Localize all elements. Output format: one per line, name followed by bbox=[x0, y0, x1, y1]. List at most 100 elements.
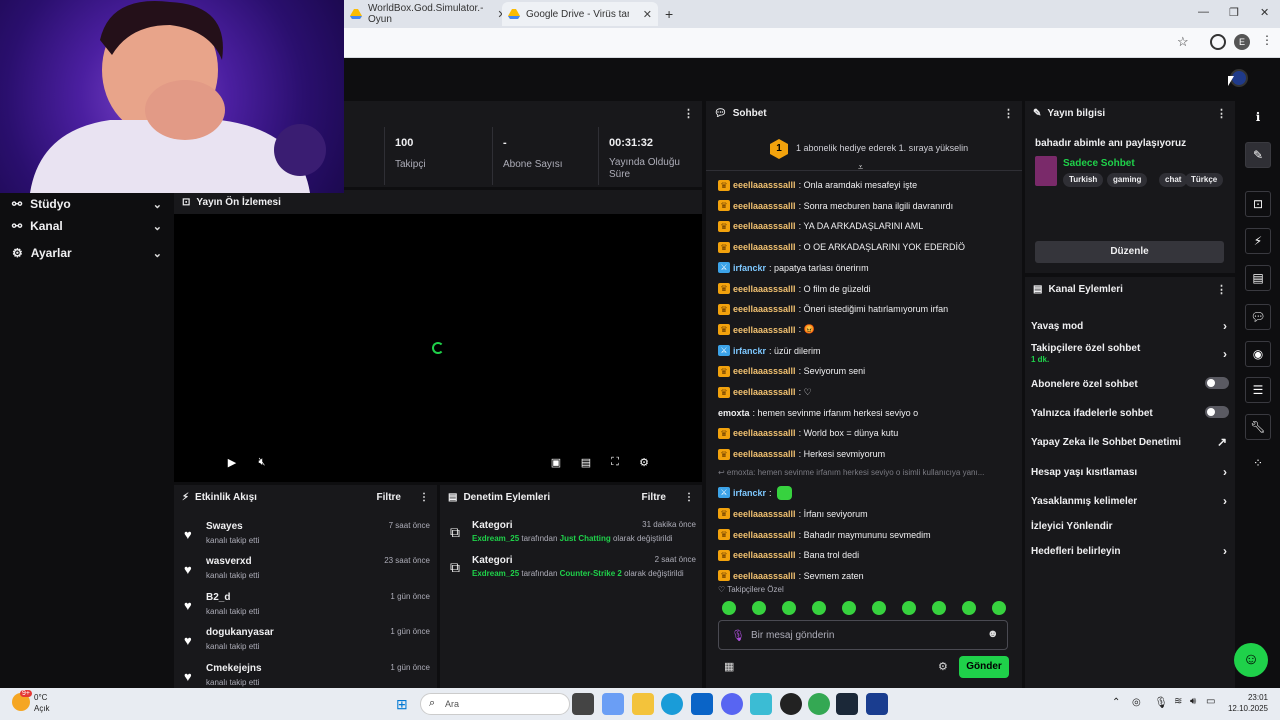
modlog-user[interactable]: Exdream_25 bbox=[472, 569, 519, 578]
chat-message[interactable]: ⚔ irfanckr: papatya tarlası önerirım bbox=[718, 259, 1018, 277]
emote-icon[interactable] bbox=[776, 485, 792, 500]
emoji-icon[interactable]: ☻ bbox=[987, 628, 999, 640]
chat-username[interactable]: emoxta bbox=[718, 408, 750, 418]
emote-icon[interactable] bbox=[992, 601, 1006, 615]
channel-action-row[interactable]: Abonelere özel sohbet bbox=[1031, 373, 1229, 397]
hype-banner[interactable]: 1 1 abonelik hediye ederek 1. sıraya yük… bbox=[706, 127, 1022, 173]
pencil-icon[interactable]: ✎ bbox=[1245, 142, 1271, 168]
chat-message[interactable]: ♛ eeellaaasssalll: İrfanı seviyorum bbox=[718, 505, 1018, 523]
channel-action-row[interactable]: İzleyici Yönlendir bbox=[1031, 515, 1229, 539]
more-options-icon[interactable]: ⋮ bbox=[1216, 283, 1227, 296]
channel-action-row[interactable]: Yapay Zeka ile Sohbet Denetimi ↗ bbox=[1031, 431, 1229, 455]
chat-username[interactable]: eeellaaasssalll bbox=[733, 428, 796, 438]
chat-message[interactable]: ♛ eeellaaasssalll: 😡 bbox=[718, 321, 1018, 339]
info-icon[interactable]: ℹ bbox=[1245, 105, 1271, 131]
browser-menu-icon[interactable]: ⋮ bbox=[1261, 33, 1273, 47]
close-window-icon[interactable]: ✕ bbox=[1260, 6, 1269, 19]
emote-icon[interactable] bbox=[752, 601, 766, 615]
emote-icon[interactable] bbox=[722, 601, 736, 615]
expand-icon[interactable]: ⩡ bbox=[858, 162, 863, 173]
chat-message[interactable]: ♛ eeellaaasssalll: Bana trol dedi bbox=[718, 546, 1018, 564]
close-tab-icon[interactable]: ✕ bbox=[643, 8, 652, 21]
chat-message[interactable]: ♛ eeellaaasssalll: O film de güzeldi bbox=[718, 280, 1018, 298]
channel-action-row[interactable]: Yalnızca ifadelerle sohbet bbox=[1031, 402, 1229, 426]
channel-action-row[interactable]: Yavaş mod › bbox=[1031, 315, 1229, 339]
apps-icon[interactable]: ⁘ bbox=[1245, 451, 1271, 477]
tray-chevron-icon[interactable]: ⌃ bbox=[1112, 697, 1120, 708]
chat-username[interactable]: eeellaaasssalll bbox=[733, 387, 796, 397]
modlog-user[interactable]: Exdream_25 bbox=[472, 534, 519, 543]
store-icon[interactable]: ▦ bbox=[724, 660, 734, 673]
toggle-switch[interactable] bbox=[1205, 406, 1229, 418]
filter-button[interactable]: Filtre bbox=[377, 492, 401, 503]
layout-icon[interactable]: ☰ bbox=[1245, 377, 1271, 403]
chat-message[interactable]: emoxta: hemen sevinme irfanım herkesi se… bbox=[718, 404, 1018, 422]
stream-tag[interactable]: gaming bbox=[1107, 173, 1148, 187]
chat-input[interactable]: 🎙︎ Bir mesaj gönderin ☻ bbox=[718, 620, 1008, 650]
more-options-icon[interactable]: ⋮ bbox=[1003, 107, 1014, 120]
broadcast-icon[interactable]: ◉ bbox=[1245, 341, 1271, 367]
chat-username[interactable]: eeellaaasssalll bbox=[733, 366, 796, 376]
chat-username[interactable]: eeellaaasssalll bbox=[733, 304, 796, 314]
wrench-icon[interactable]: 🔧︎ bbox=[1245, 414, 1271, 440]
obs-icon[interactable] bbox=[780, 693, 802, 715]
chat-message[interactable]: ♛ eeellaaasssalll: Sevmem zaten bbox=[718, 567, 1018, 585]
chat-message[interactable]: ♛ eeellaaasssalll: ♡ bbox=[718, 383, 1018, 401]
wifi-icon[interactable]: ≋ bbox=[1174, 696, 1182, 707]
chat-message[interactable]: ♛ eeellaaasssalll: Onla aramdaki mesafeyi… bbox=[718, 176, 1018, 194]
emote-icon[interactable] bbox=[872, 601, 886, 615]
chat-message[interactable]: ♛ eeellaaasssalll: O OE ARKADAŞLARINI YOK… bbox=[718, 238, 1018, 256]
modlog-item[interactable]: ⧉ Kategori 31 dakika önce Exdream_25 tar… bbox=[450, 519, 696, 553]
lightning-icon[interactable]: ⚡︎ bbox=[1245, 228, 1271, 254]
stream-tag[interactable]: Türkçe bbox=[1185, 173, 1224, 187]
activity-item[interactable]: ♥ B2_d kanalı takip etti 1 gün önce bbox=[184, 590, 430, 624]
send-button[interactable]: Gönder bbox=[959, 656, 1009, 678]
activity-item[interactable]: ♥ wasverxd kanalı takip etti 23 saat önc… bbox=[184, 554, 430, 588]
emote-icon[interactable] bbox=[962, 601, 976, 615]
clock-time[interactable]: 23:01 bbox=[1230, 693, 1268, 702]
preview-icon[interactable]: ⊡ bbox=[1245, 191, 1271, 217]
new-tab-icon[interactable]: + bbox=[665, 6, 673, 22]
bookmark-star-icon[interactable]: ☆ bbox=[1177, 34, 1189, 50]
activity-item[interactable]: ♥ dogukanyasar kanalı takip etti 1 gün ö… bbox=[184, 625, 430, 659]
fullscreen-icon[interactable]: ⛶ bbox=[607, 456, 623, 470]
minimize-icon[interactable]: — bbox=[1198, 6, 1209, 18]
modlog-category[interactable]: Just Chatting bbox=[560, 534, 611, 543]
copilot-icon[interactable] bbox=[602, 693, 624, 715]
chat-username[interactable]: irfanckr bbox=[733, 263, 766, 273]
chat-username[interactable]: irfanckr bbox=[733, 346, 766, 356]
chat-username[interactable]: eeellaaasssalll bbox=[733, 180, 796, 190]
filter-button[interactable]: Filtre bbox=[642, 492, 666, 503]
chat-username[interactable]: irfanckr bbox=[733, 488, 766, 498]
edge-icon[interactable] bbox=[661, 693, 683, 715]
taskbar-search[interactable]: ⌕ Ara bbox=[420, 693, 570, 715]
more-options-icon[interactable]: ⋮ bbox=[1216, 107, 1227, 120]
chat-message[interactable]: ♛ eeellaaasssalll: Sonra mecburen bana il… bbox=[718, 197, 1018, 215]
discord-icon[interactable] bbox=[721, 693, 743, 715]
more-options-icon[interactable]: ⋮ bbox=[419, 492, 429, 503]
chat-message[interactable]: ♛ eeellaaasssalll: Seviyorum seni bbox=[718, 362, 1018, 380]
mute-icon[interactable]: 🔇︎ bbox=[254, 456, 270, 470]
more-options-icon[interactable]: ⋮ bbox=[683, 107, 694, 120]
chat-username[interactable]: eeellaaasssalll bbox=[733, 550, 796, 560]
microphone-icon[interactable]: 🎙︎ bbox=[1154, 696, 1168, 709]
emote-icon[interactable] bbox=[932, 601, 946, 615]
browser-tab[interactable]: WorldBox.God.Simulator.-Oyun ✕ bbox=[344, 2, 507, 26]
chat-username[interactable]: eeellaaasssalll bbox=[733, 571, 796, 581]
chat-username[interactable]: eeellaaasssalll bbox=[733, 449, 796, 459]
help-chat-button[interactable]: ☺ bbox=[1234, 643, 1268, 677]
chat-username[interactable]: eeellaaasssalll bbox=[733, 201, 796, 211]
gear-icon[interactable]: ⚙ bbox=[938, 660, 948, 673]
edit-button[interactable]: Düzenle bbox=[1035, 241, 1224, 263]
sidebar-item-channel[interactable]: ⚯ Kanal ⌄ bbox=[12, 215, 162, 237]
maximize-icon[interactable]: ❐ bbox=[1229, 6, 1239, 19]
modlog-item[interactable]: ⧉ Kategori 2 saat önce Exdream_25 tarafı… bbox=[450, 554, 696, 588]
modlog-category[interactable]: Counter-Strike 2 bbox=[560, 569, 622, 578]
download-icon[interactable] bbox=[1210, 34, 1226, 50]
chat-message[interactable]: ♛ eeellaaasssalll: YA DA ARKADAŞLARINI AM… bbox=[718, 217, 1018, 235]
chrome-icon[interactable] bbox=[808, 693, 830, 715]
stream-category[interactable]: Sadece Sohbet bbox=[1063, 158, 1135, 169]
winamp-icon[interactable] bbox=[866, 693, 888, 715]
browser-tab[interactable]: Google Drive - Virüs taraması ✕ bbox=[502, 2, 658, 26]
volume-icon[interactable]: 🔊︎ bbox=[1190, 696, 1196, 707]
